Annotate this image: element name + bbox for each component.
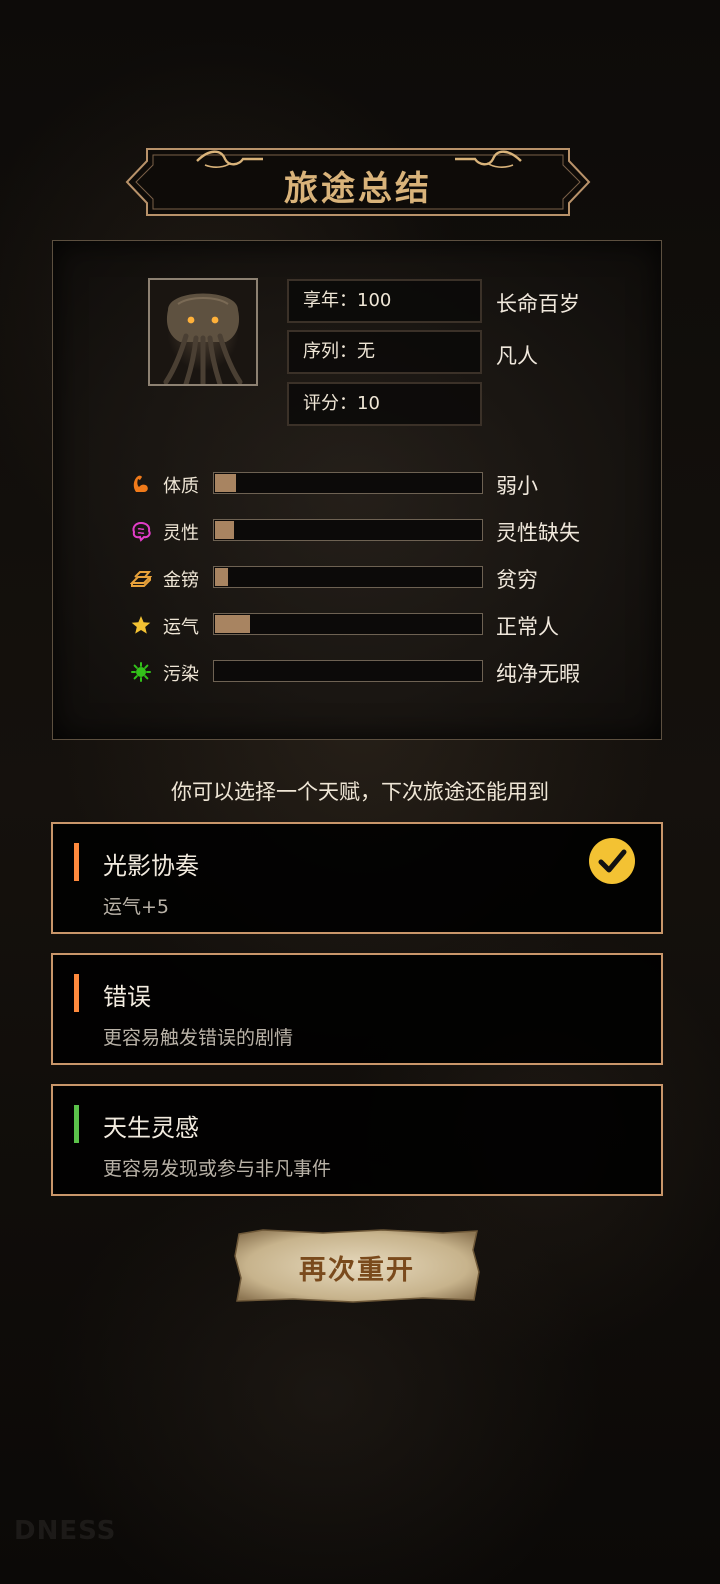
- spirituality-bar-fill: [215, 521, 234, 539]
- attr-label-pounds: 金镑: [163, 570, 199, 591]
- pollution-bar: [213, 660, 483, 682]
- pollution-value: 纯净无暇: [496, 662, 580, 686]
- talent-description: 更容易发现或参与非凡事件: [103, 1158, 332, 1180]
- virus-icon: [131, 662, 151, 682]
- attr-label-luck: 运气: [163, 617, 199, 638]
- talent-description: 更容易触发错误的剧情: [103, 1027, 294, 1049]
- pounds-bar: [213, 566, 483, 588]
- age-tag: 长命百岁: [496, 292, 580, 316]
- brain-icon: [132, 521, 151, 542]
- talent-name: 错误: [103, 983, 151, 1011]
- luck-bar: [213, 613, 483, 635]
- watermark: DNESS: [14, 1516, 117, 1546]
- sequence-tag: 凡人: [496, 344, 538, 368]
- attr-label-pollution: 污染: [163, 664, 199, 685]
- talent-name: 天生灵感: [103, 1114, 199, 1142]
- talent-stripe: [74, 974, 79, 1012]
- gold-bars-icon: [130, 571, 152, 587]
- constitution-value: 弱小: [496, 474, 538, 498]
- luck-value: 正常人: [496, 615, 559, 639]
- flexed-arm-icon: [133, 475, 148, 492]
- restart-button[interactable]: 再次重开: [233, 1228, 481, 1304]
- selected-check-icon: [589, 838, 635, 884]
- sequence-field: 序列：无: [287, 330, 482, 374]
- star-icon: [131, 616, 151, 634]
- age-field: 享年：100: [287, 279, 482, 323]
- attr-label-constitution: 体质: [163, 476, 199, 497]
- spirituality-value: 灵性缺失: [496, 521, 580, 545]
- talent-description: 运气+5: [103, 896, 170, 918]
- luck-bar-fill: [215, 615, 250, 633]
- talent-card[interactable]: 天生灵感 更容易发现或参与非凡事件: [51, 1084, 663, 1196]
- talent-hint: 你可以选择一个天赋，下次旅途还能用到: [171, 780, 549, 804]
- title-banner: 旅途总结: [125, 147, 591, 217]
- talent-name: 光影协奏: [103, 852, 199, 880]
- talent-card[interactable]: 错误 更容易触发错误的剧情: [51, 953, 663, 1065]
- talent-stripe: [74, 843, 79, 881]
- restart-label: 再次重开: [299, 1255, 415, 1286]
- spirituality-bar: [213, 519, 483, 541]
- pounds-value: 贫穷: [496, 568, 538, 592]
- constitution-bar: [213, 472, 483, 494]
- character-portrait: [148, 278, 258, 386]
- score-field: 评分：10: [287, 382, 482, 426]
- pounds-bar-fill: [215, 568, 229, 586]
- right-flourish-icon: [455, 150, 522, 168]
- attr-label-spirituality: 灵性: [163, 523, 199, 544]
- talent-stripe: [74, 1105, 79, 1143]
- constitution-bar-fill: [215, 474, 237, 492]
- talent-card[interactable]: 光影协奏 运气+5: [51, 822, 663, 934]
